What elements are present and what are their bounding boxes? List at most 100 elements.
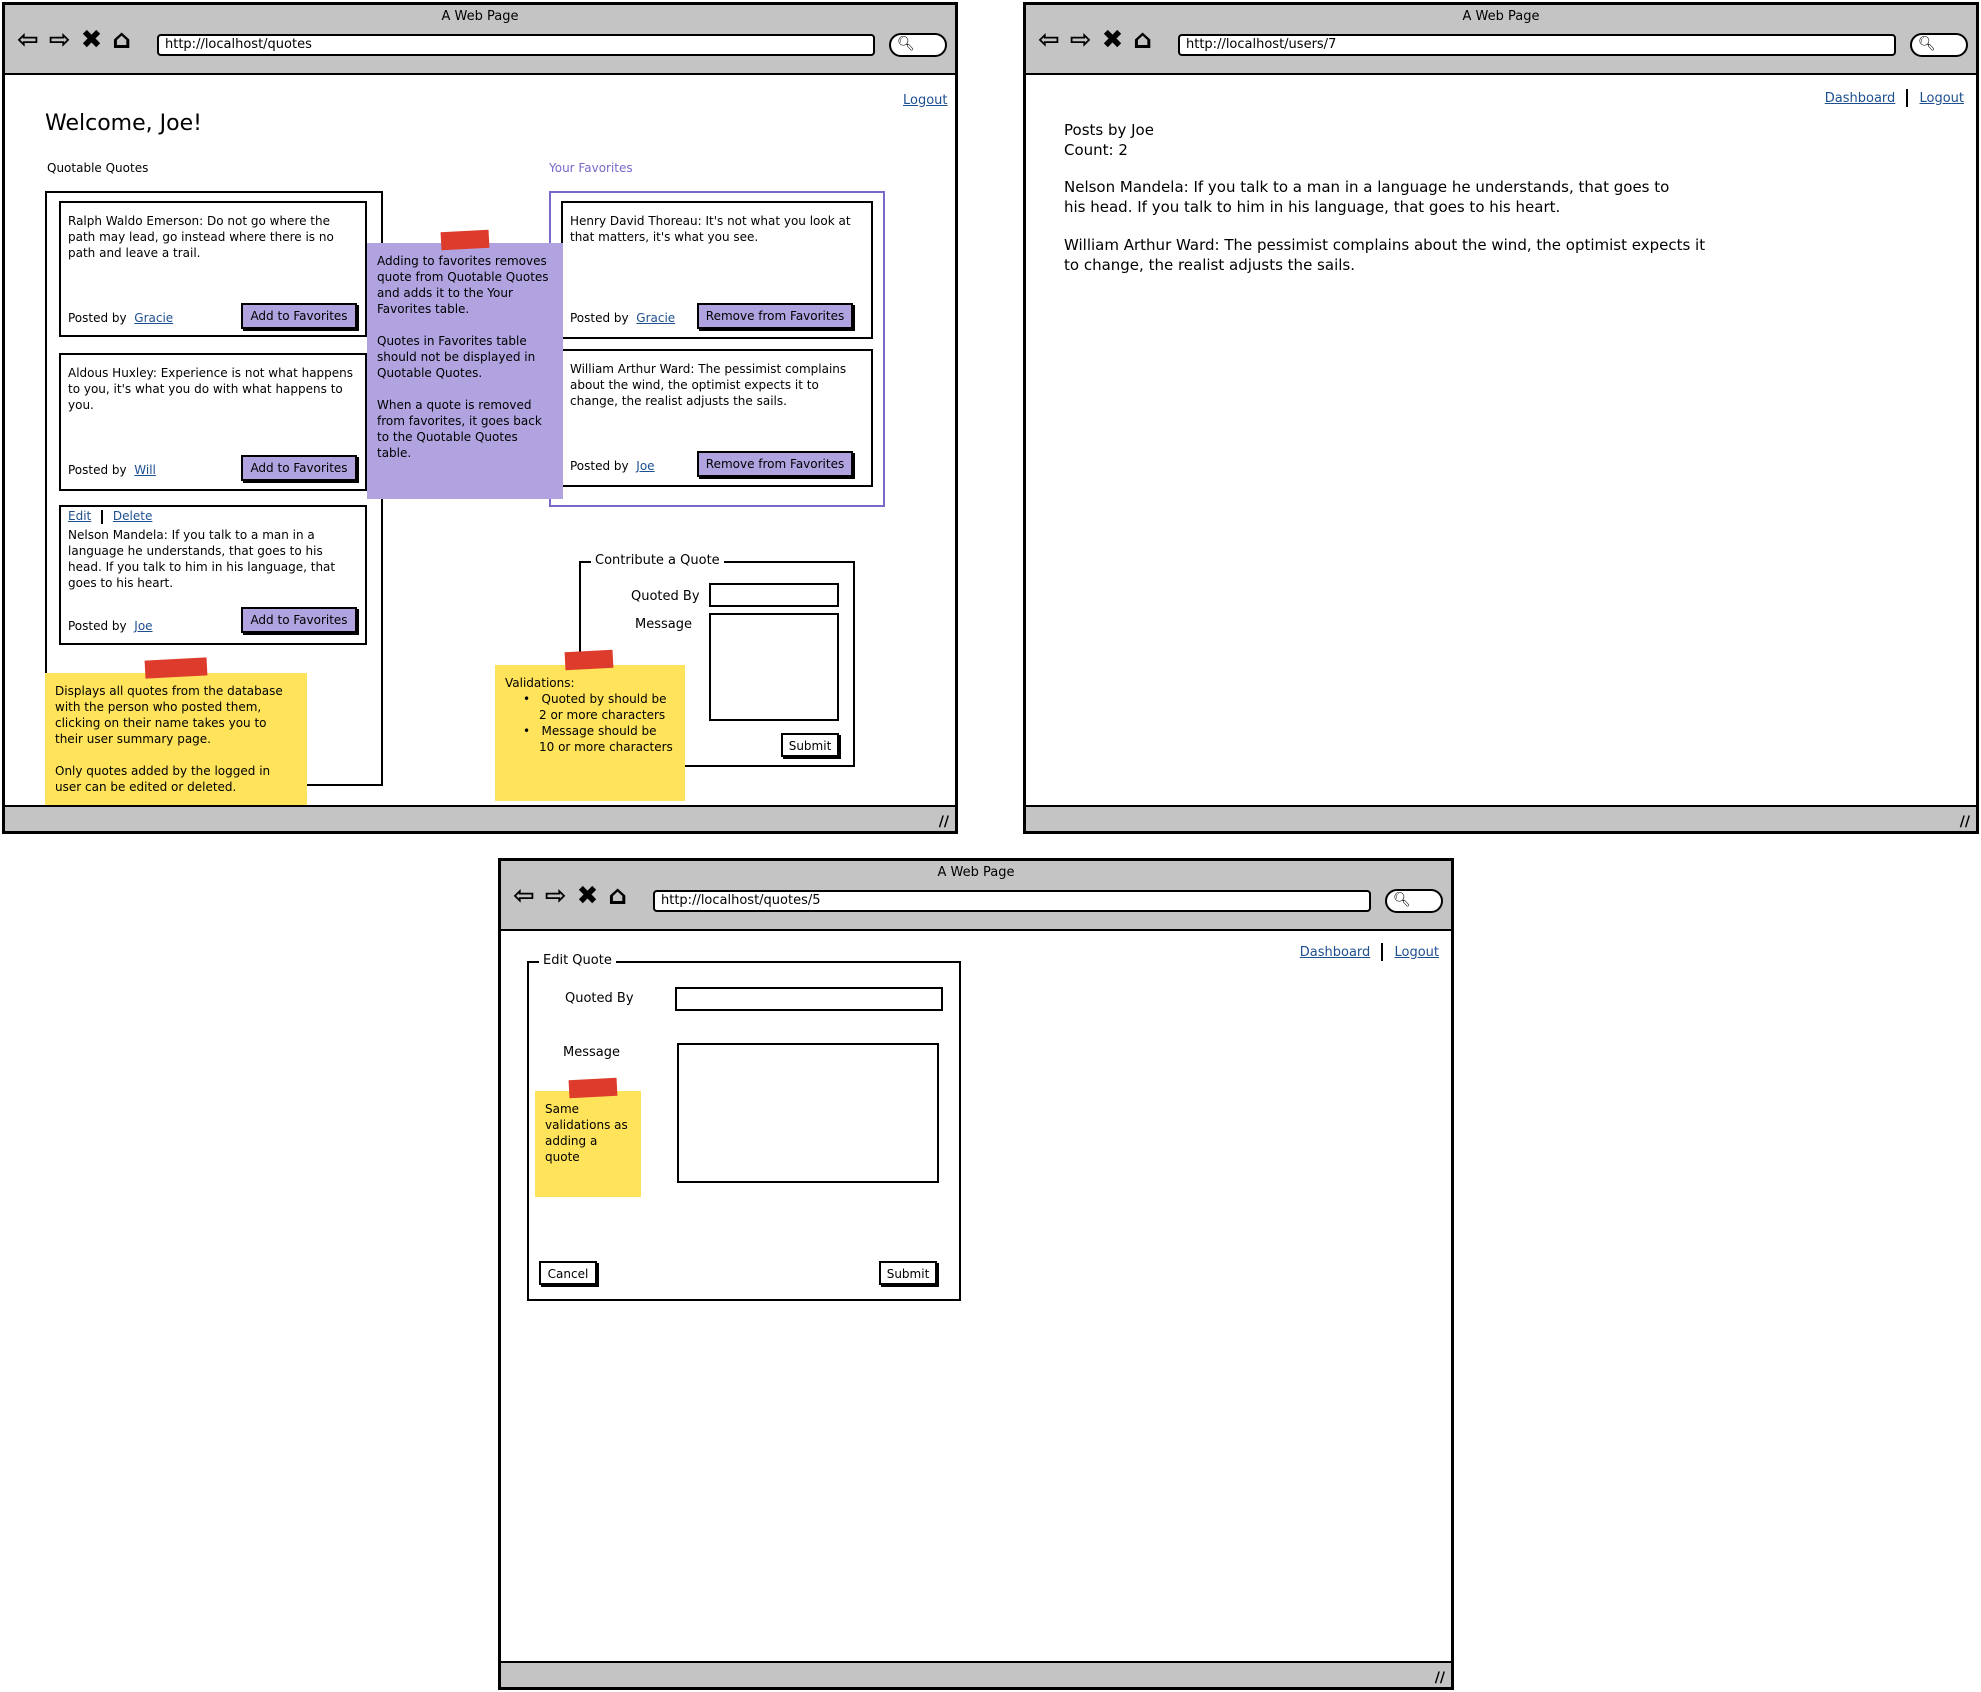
contribute-legend: Contribute a Quote — [591, 553, 724, 568]
delete-link[interactable]: Delete — [113, 509, 152, 523]
welcome-heading: Welcome, Joe! — [45, 111, 202, 136]
add-to-favorites-button[interactable]: Add to Favorites — [241, 607, 357, 633]
nav-icons: ⇦ ⇨ ✖ ⌂ — [17, 27, 141, 53]
quote-card: Aldous Huxley: Experience is not what ha… — [59, 353, 367, 491]
posted-by-label: Posted by — [570, 459, 629, 473]
add-to-favorites-button[interactable]: Add to Favorites — [241, 303, 357, 329]
search-icon: 🔍︎ — [897, 36, 915, 52]
back-arrow-icon[interactable]: ⇦ — [17, 27, 45, 53]
favorite-card: Henry David Thoreau: It's not what you l… — [561, 201, 873, 339]
close-icon[interactable]: ✖ — [1102, 27, 1130, 53]
favorite-card: William Arthur Ward: The pessimist compl… — [561, 349, 873, 487]
forward-arrow-icon[interactable]: ⇨ — [545, 883, 573, 909]
resize-grip-icon[interactable]: // — [1960, 814, 1970, 830]
annotation-note-validations: Validations: • Quoted by should be 2 or … — [495, 665, 685, 801]
tape-decoration — [568, 1077, 618, 1099]
note-paragraph: Quotes in Favorites table should not be … — [377, 334, 536, 380]
browser-statusbar: // — [501, 1661, 1451, 1687]
address-bar[interactable]: http://localhost/users/7 — [1178, 34, 1896, 56]
posted-by-row: Posted by Joe — [570, 459, 655, 473]
browser-statusbar: // — [5, 805, 955, 831]
note-paragraph: When a quote is removed from favorites, … — [377, 398, 542, 460]
nav-icons: ⇦ ⇨ ✖ ⌂ — [513, 883, 637, 909]
edit-link[interactable]: Edit — [68, 509, 91, 523]
home-icon[interactable]: ⌂ — [1133, 27, 1158, 53]
posted-by-label: Posted by — [68, 619, 127, 633]
author-link[interactable]: Gracie — [134, 311, 173, 325]
logout-link[interactable]: Logout — [903, 93, 948, 108]
cancel-button[interactable]: Cancel — [539, 1261, 597, 1285]
edit-delete-row: Edit Delete — [68, 509, 152, 524]
back-arrow-icon[interactable]: ⇦ — [1038, 27, 1066, 53]
annotation-note-quotes: Displays all quotes from the database wi… — [45, 673, 307, 823]
forward-arrow-icon[interactable]: ⇨ — [1070, 27, 1098, 53]
tape-decoration — [440, 229, 490, 251]
message-label: Message — [635, 617, 692, 632]
address-bar[interactable]: http://localhost/quotes/5 — [653, 890, 1371, 912]
divider — [101, 509, 104, 524]
tape-decoration — [564, 649, 614, 671]
note-paragraph: Displays all quotes from the database wi… — [55, 684, 283, 746]
browser-titlebar: A Web Page ⇦ ⇨ ✖ ⌂ http://localhost/quotes/… — [501, 861, 1451, 931]
message-label: Message — [563, 1045, 620, 1060]
posted-by-row: Posted by Gracie — [570, 311, 675, 325]
nav-icons: ⇦ ⇨ ✖ ⌂ — [1038, 27, 1162, 53]
posted-by-label: Posted by — [68, 463, 127, 477]
quote-text: William Arthur Ward: The pessimist compl… — [570, 362, 847, 408]
home-icon[interactable]: ⌂ — [608, 883, 633, 909]
dashboard-link[interactable]: Dashboard — [1300, 945, 1371, 960]
remove-from-favorites-button[interactable]: Remove from Favorites — [697, 303, 853, 329]
tape-decoration — [144, 657, 208, 679]
search-box[interactable]: 🔍︎ — [889, 33, 947, 57]
window-title: A Web Page — [937, 865, 1015, 880]
add-to-favorites-button[interactable]: Add to Favorites — [241, 455, 357, 481]
resize-grip-icon[interactable]: // — [939, 814, 949, 830]
divider — [1381, 942, 1384, 961]
quote-text: Aldous Huxley: Experience is not what ha… — [68, 366, 354, 412]
back-arrow-icon[interactable]: ⇦ — [513, 883, 541, 909]
quote-card: Edit Delete Nelson Mandela: If you talk … — [59, 505, 367, 645]
divider — [1906, 88, 1909, 107]
home-icon[interactable]: ⌂ — [112, 27, 137, 53]
close-icon[interactable]: ✖ — [81, 27, 109, 53]
note-paragraph: Only quotes added by the logged in user … — [55, 764, 271, 794]
top-links: Dashboard Logout — [1300, 941, 1439, 961]
message-textarea[interactable] — [709, 613, 839, 721]
edit-quote-legend: Edit Quote — [539, 953, 616, 968]
resize-grip-icon[interactable]: // — [1435, 1670, 1445, 1686]
author-link[interactable]: Will — [134, 463, 156, 477]
browser-window-edit: A Web Page ⇦ ⇨ ✖ ⌂ http://localhost/quotes/… — [498, 858, 1454, 1690]
note-bullet: • Quoted by should be 2 or more characte… — [523, 692, 667, 722]
address-bar[interactable]: http://localhost/quotes — [157, 34, 875, 56]
annotation-note-favorites: Adding to favorites removes quote from Q… — [367, 243, 563, 499]
quote-card: Ralph Waldo Emerson: Do not go where the… — [59, 201, 367, 337]
message-textarea[interactable] — [677, 1043, 939, 1183]
browser-statusbar: // — [1026, 805, 1976, 831]
note-paragraph: Same validations as adding a quote — [545, 1102, 628, 1164]
author-link[interactable]: Joe — [636, 459, 654, 473]
submit-button[interactable]: Submit — [781, 733, 839, 757]
author-link[interactable]: Joe — [134, 619, 152, 633]
logout-link[interactable]: Logout — [1919, 91, 1964, 106]
close-icon[interactable]: ✖ — [577, 883, 605, 909]
posted-by-row: Posted by Gracie — [68, 311, 173, 325]
remove-from-favorites-button[interactable]: Remove from Favorites — [697, 451, 853, 477]
search-box[interactable]: 🔍︎ — [1385, 889, 1443, 913]
quotable-quotes-title: Quotable Quotes — [47, 161, 149, 175]
logout-link[interactable]: Logout — [1394, 945, 1439, 960]
note-bullet-text: Quoted by should be 2 or more characters — [539, 692, 667, 722]
your-favorites-title: Your Favorites — [549, 161, 633, 175]
dashboard-link[interactable]: Dashboard — [1825, 91, 1896, 106]
search-box[interactable]: 🔍︎ — [1910, 33, 1968, 57]
annotation-note-edit: Same validations as adding a quote — [535, 1091, 641, 1197]
author-link[interactable]: Gracie — [636, 311, 675, 325]
submit-button[interactable]: Submit — [879, 1261, 937, 1285]
posted-by-label: Posted by — [68, 311, 127, 325]
quote-text: Ralph Waldo Emerson: Do not go where the… — [68, 214, 334, 260]
quoted-by-input[interactable] — [675, 987, 943, 1011]
post-item: Nelson Mandela: If you talk to a man in … — [1064, 178, 1670, 216]
forward-arrow-icon[interactable]: ⇨ — [49, 27, 77, 53]
quoted-by-input[interactable] — [709, 583, 839, 607]
quote-text: Nelson Mandela: If you talk to a man in … — [68, 528, 336, 590]
posted-by-row: Posted by Joe — [68, 619, 153, 633]
